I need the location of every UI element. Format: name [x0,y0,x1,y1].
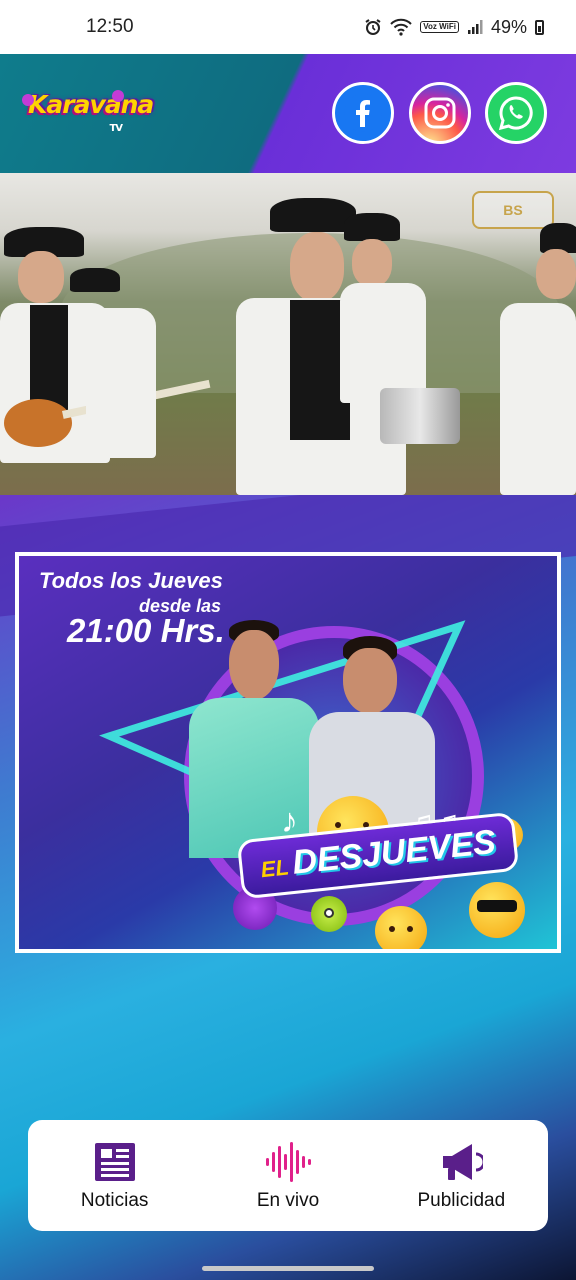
status-icons: Voz WiFi 49% [364,17,544,38]
voz-wifi-icon: Voz WiFi [420,21,459,33]
megaphone-icon [443,1143,484,1180]
nav-publicidad-label: Publicidad [417,1189,506,1211]
facebook-icon [344,94,382,132]
live-video-player[interactable]: BS [0,173,576,495]
whatsapp-button[interactable] [485,82,547,144]
newspaper-icon [94,1142,135,1181]
karavana-logo[interactable]: Karavana TV [22,90,154,140]
promo-banner[interactable]: Todos los Jueves desde las 21:00 Hrs. ♥♥… [15,552,561,953]
nav-en-vivo-label: En vivo [256,1189,320,1211]
status-bar: 12:50 Voz WiFi 49% [0,0,576,54]
promo-title-prefix: EL [259,854,291,883]
battery-percent: 49% [490,16,527,37]
promo-title-text: DESJUEVES [290,822,498,882]
home-indicator[interactable] [202,1266,374,1271]
sunglasses-emoji [469,882,525,938]
promo-day-text: Todos los Jueves [39,568,223,593]
nav-noticias[interactable]: Noticias [35,1140,195,1212]
whatsapp-icon [498,96,533,131]
instagram-button[interactable] [409,82,471,144]
alien-emoji [311,896,347,932]
status-time: 12:50 [86,16,134,37]
app-header: Karavana TV [0,54,576,173]
instagram-icon [424,97,456,129]
nav-publicidad[interactable]: Publicidad [381,1140,541,1212]
smirk-emoji [375,906,427,949]
host-left [189,618,319,858]
video-person [70,268,160,495]
video-person [500,223,576,495]
nav-en-vivo[interactable]: En vivo [208,1140,368,1212]
battery-icon [535,19,544,35]
bottom-navigation: Noticias En vivo Publicidad [28,1120,548,1231]
video-person [340,213,430,495]
signal-icon [467,19,483,35]
nav-noticias-label: Noticias [80,1189,149,1211]
logo-text: Karavana [28,90,154,119]
audio-waves-icon [265,1141,311,1182]
facebook-button[interactable] [332,82,394,144]
alarm-icon [364,18,382,36]
wifi-icon [390,18,413,36]
drums [380,388,460,444]
logo-tv: TV [109,123,123,134]
